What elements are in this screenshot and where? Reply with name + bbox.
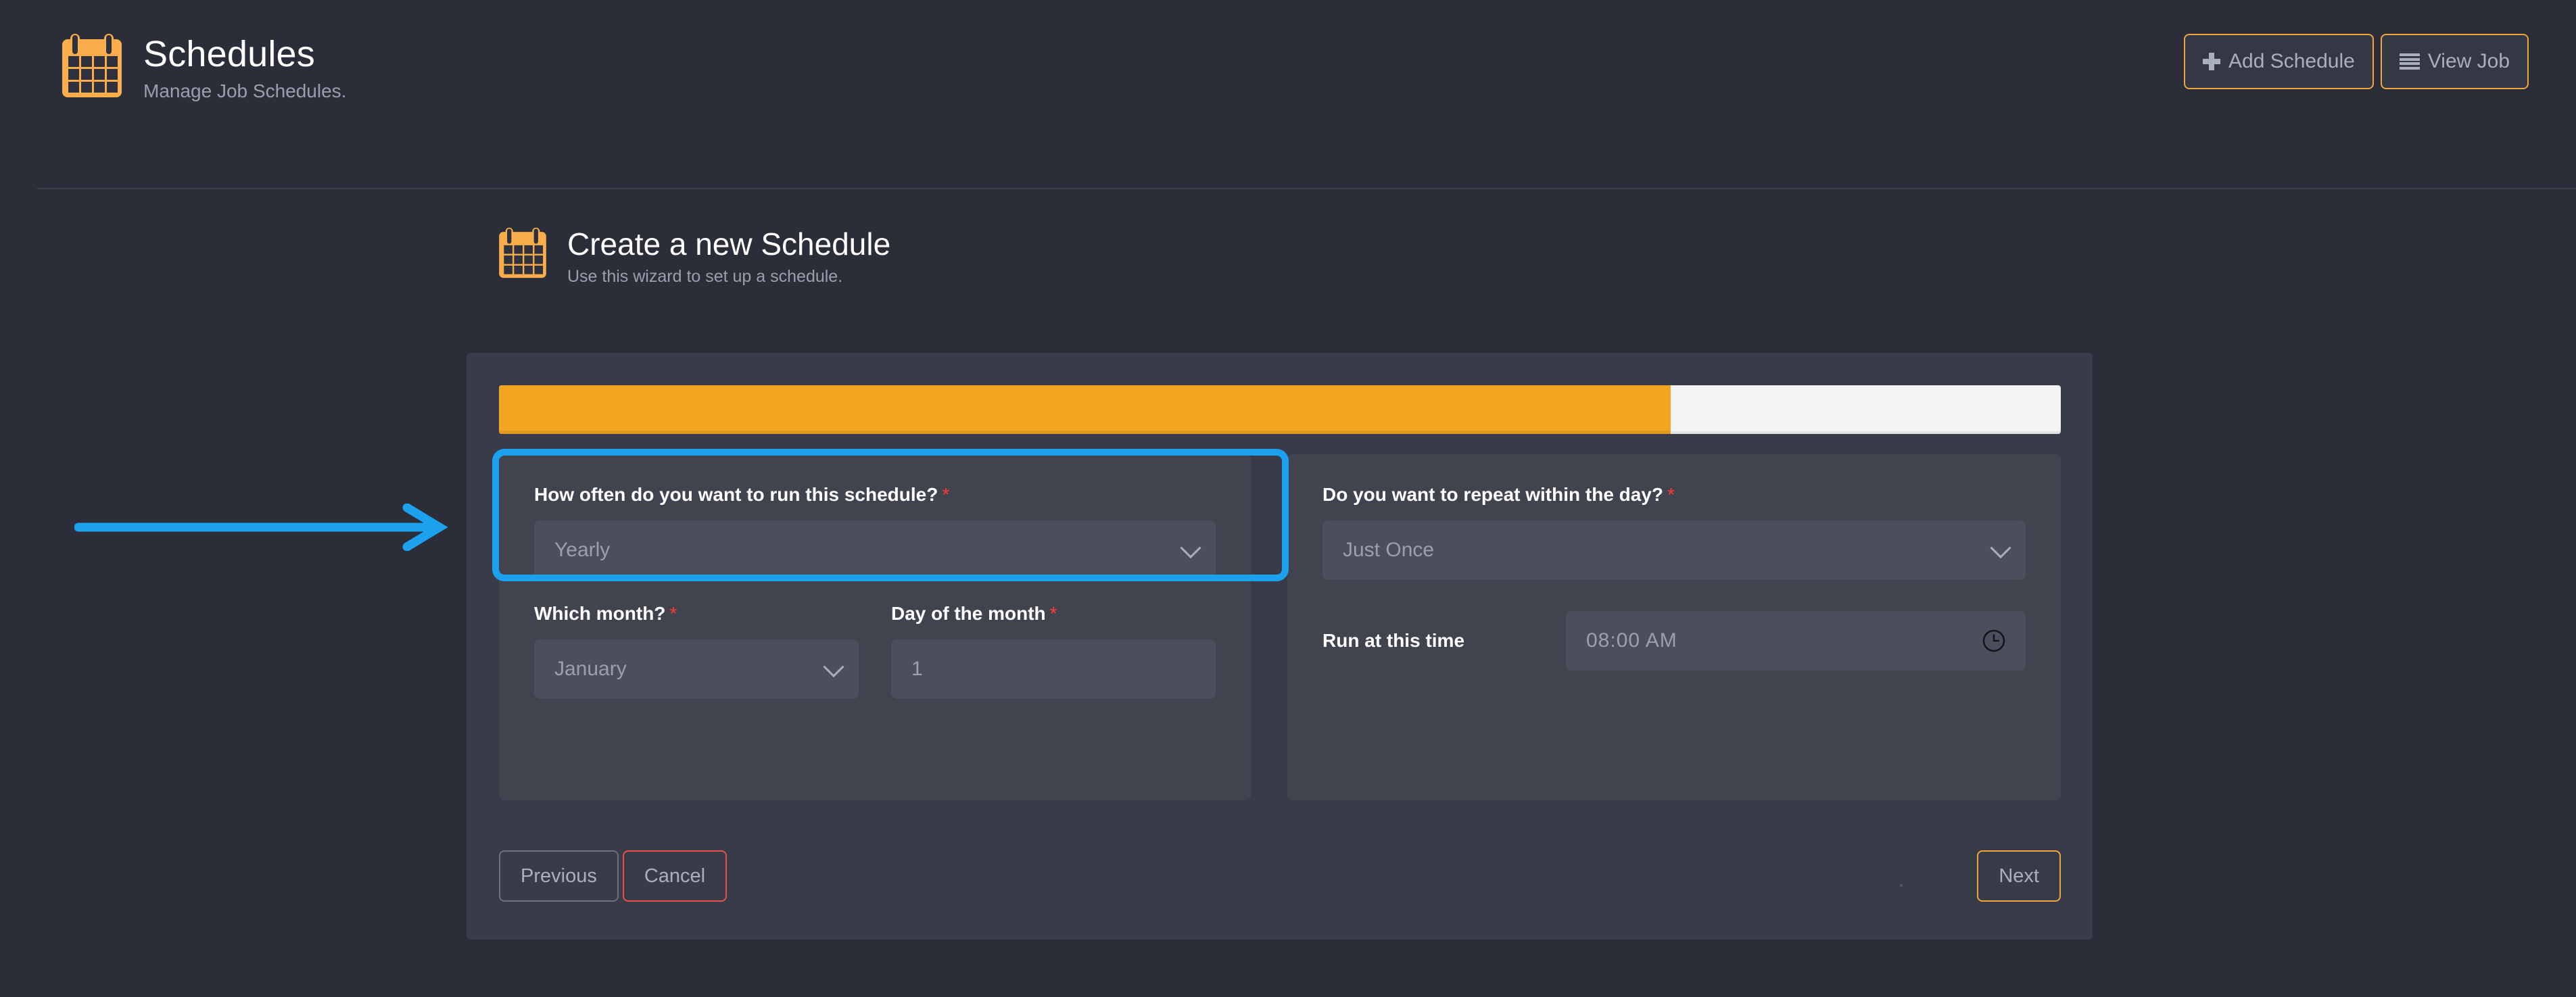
wizard-heading-text: Create a new Schedule Use this wizard to… [567,220,890,287]
frequency-label: How often do you want to run this schedu… [534,484,938,505]
frequency-select[interactable]: Yearly [534,520,1216,580]
wizard-card: How often do you want to run this schedu… [467,353,2093,940]
wizard-title: Create a new Schedule [567,226,891,262]
wizard-progress-bar [499,385,2061,434]
wizard-progress-fill [499,385,1671,434]
list-icon [2399,53,2420,70]
month-select[interactable]: January [534,639,859,699]
required-marker: * [942,484,950,505]
wizard-footer-left: Previous Cancel [499,850,728,902]
required-marker: * [1049,603,1057,624]
clock-icon[interactable] [1981,628,2007,654]
schedule-frequency-panel-inner: How often do you want to run this schedu… [499,454,1251,800]
page-header: Schedules Manage Job Schedules. Add Sche… [0,0,2576,188]
plus-icon [2203,53,2220,70]
wizard-subtitle: Use this wizard to set up a schedule. [567,267,843,287]
next-button[interactable]: Next [1977,850,2061,902]
chevron-down-icon [1990,537,2011,559]
repeat-label: Do you want to repeat within the day? [1322,484,1664,505]
view-job-label: View Job [2427,50,2510,72]
header-divider [37,188,2576,189]
month-value: January [554,658,627,680]
frequency-value: Yearly [554,539,611,561]
run-time-label: Run at this time [1322,630,1465,651]
page-subtitle: Manage Job Schedules. [143,80,347,101]
required-marker: * [669,603,677,624]
day-of-month-label: Day of the month [891,603,1046,624]
schedule-frequency-panel: How often do you want to run this schedu… [492,449,1289,800]
page-header-actions: Add Schedule View Job [2184,34,2529,89]
repeat-options-panel: Do you want to repeat within the day? * J… [1287,454,2061,800]
add-schedule-label: Add Schedule [2228,50,2355,72]
chevron-down-icon [1180,537,1201,559]
page-title: Schedules [143,34,315,74]
repeat-value: Just Once [1343,539,1435,561]
run-time-field: Run at this time 08:00 AM [1322,611,2026,671]
run-time-input[interactable]: 08:00 AM [1566,611,2026,671]
wizard-heading: Create a new Schedule Use this wizard to… [497,220,890,287]
view-job-button[interactable]: View Job [2380,34,2529,89]
run-time-value: 08:00 AM [1586,629,1677,652]
day-of-month-value: 1 [911,658,923,680]
footer-dot-marker [1900,884,1903,887]
calendar-icon [59,24,124,103]
wizard-panels: How often do you want to run this schedu… [492,449,2061,800]
month-day-row: Which month? * January Day of the month * … [534,603,1216,699]
calendar-icon [497,220,548,284]
add-schedule-button[interactable]: Add Schedule [2184,34,2374,89]
repeat-field: Do you want to repeat within the day? * J… [1322,484,2026,580]
day-of-month-field: Day of the month * 1 [891,603,1216,699]
repeat-select[interactable]: Just Once [1322,520,2026,580]
wizard-footer-right: Next [1977,850,2061,902]
chevron-down-icon [823,656,844,678]
right-arrow-annotation-icon [74,503,453,552]
day-of-month-input[interactable]: 1 [891,639,1216,699]
page-header-text: Schedules Manage Job Schedules. [143,24,346,102]
month-label: Which month? [534,603,666,624]
required-marker: * [1667,484,1675,505]
month-field: Which month? * January [534,603,859,699]
wizard-footer: Previous Cancel Next [499,850,2061,902]
page-header-branding: Schedules Manage Job Schedules. [59,24,346,103]
cancel-button[interactable]: Cancel [622,850,728,902]
frequency-field: How often do you want to run this schedu… [534,484,1216,580]
previous-button[interactable]: Previous [499,850,619,902]
